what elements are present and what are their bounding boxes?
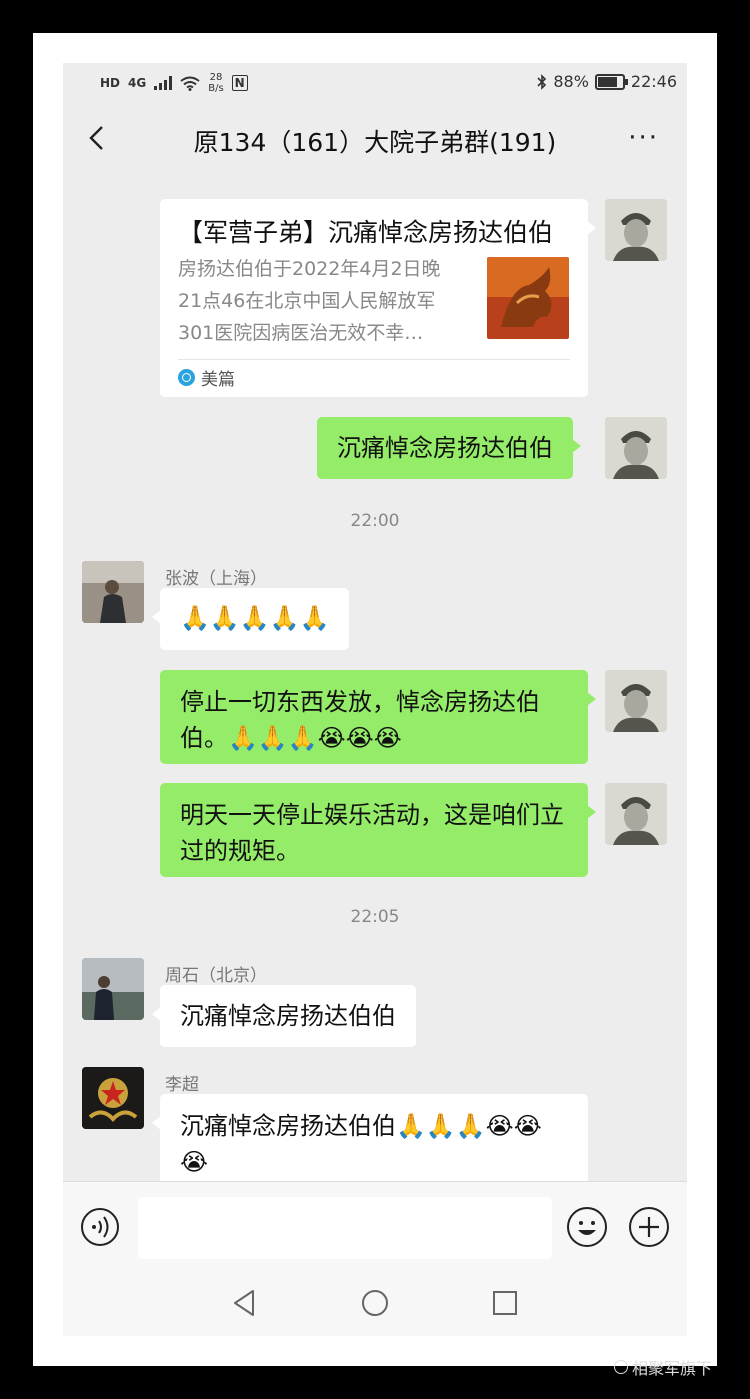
message-list[interactable]: 【军营子弟】沉痛悼念房扬达伯伯 房扬达伯伯于2022年4月2日晚21点46在北京…	[63, 175, 687, 1188]
message-bubble-other[interactable]: 🙏🙏🙏🙏🙏	[151, 588, 350, 650]
status-right: 88% 22:46	[537, 72, 677, 91]
timestamp: 22:00	[350, 511, 400, 531]
sender-avatar[interactable]	[82, 561, 144, 623]
my-avatar[interactable]	[605, 199, 667, 261]
sender-name: 张波（上海）	[165, 569, 267, 589]
more-dots-icon[interactable]: ···	[628, 125, 659, 151]
signal-icon	[154, 76, 173, 90]
emoji-icon[interactable]	[566, 1206, 608, 1248]
timestamp: 22:05	[350, 907, 400, 927]
message-bubble-mine[interactable]: 沉痛悼念房扬达伯伯	[317, 417, 581, 479]
message-bubble-mine[interactable]: 明天一天停止娱乐活动，这是咱们立过的规矩。	[160, 783, 596, 877]
bluetooth-icon	[537, 73, 547, 90]
message-bubble-other[interactable]: 沉痛悼念房扬达伯伯	[152, 985, 416, 1047]
chat-title: 原134（161）大院子弟群(191)	[193, 128, 557, 157]
circle-home-icon[interactable]	[359, 1287, 391, 1319]
voice-icon[interactable]	[80, 1207, 120, 1247]
message-bubble-mine[interactable]: 停止一切东西发放，悼念房扬达伯伯。🙏🙏🙏😭😭😭	[160, 670, 596, 764]
sender-avatar[interactable]	[82, 1067, 144, 1129]
square-recent-icon[interactable]	[489, 1287, 521, 1319]
network-badge: 4G	[128, 76, 147, 90]
clock: 22:46	[630, 72, 677, 91]
link-card-tail	[160, 199, 596, 397]
nfc-icon: N	[231, 75, 248, 91]
message-input[interactable]	[138, 1197, 552, 1259]
input-bar	[63, 1181, 687, 1272]
net-speed-unit: B/s	[208, 83, 224, 94]
battery-fill	[597, 76, 618, 87]
status-bar: HD 4G 28 B/s N 88% 22:46	[63, 63, 687, 103]
net-speed: 28 B/s	[208, 72, 223, 94]
chat-header: 原134（161）大院子弟群(191) ···	[63, 103, 687, 175]
sender-name: 周石（北京）	[165, 966, 267, 986]
my-avatar[interactable]	[605, 670, 667, 732]
net-speed-value: 28	[209, 72, 223, 83]
battery-percent: 88%	[553, 72, 589, 91]
message-text: 🙏🙏🙏🙏🙏	[180, 604, 330, 632]
phone-screen: HD 4G 28 B/s N 88% 22:46 原134（161）大院子弟群(…	[63, 63, 687, 1336]
wechat-account-icon	[614, 1360, 628, 1374]
system-nav-bar	[63, 1271, 687, 1336]
wifi-icon	[180, 76, 200, 91]
triangle-back-icon[interactable]	[229, 1287, 261, 1319]
watermark: 相聚军旗下	[614, 1355, 712, 1379]
back-arrow-icon[interactable]	[83, 123, 113, 153]
sender-name: 李超	[165, 1075, 199, 1095]
status-left: HD 4G 28 B/s N	[100, 72, 248, 94]
plus-icon[interactable]	[628, 1206, 670, 1248]
hd-badge: HD	[100, 76, 121, 90]
sender-avatar[interactable]	[82, 958, 144, 1020]
battery-icon	[594, 73, 628, 90]
my-avatar[interactable]	[605, 417, 667, 479]
message-bubble-other[interactable]: 沉痛悼念房扬达伯伯🙏🙏🙏😭😭😭	[152, 1094, 588, 1188]
my-avatar[interactable]	[605, 783, 667, 845]
watermark-text: 相聚军旗下	[632, 1359, 713, 1378]
